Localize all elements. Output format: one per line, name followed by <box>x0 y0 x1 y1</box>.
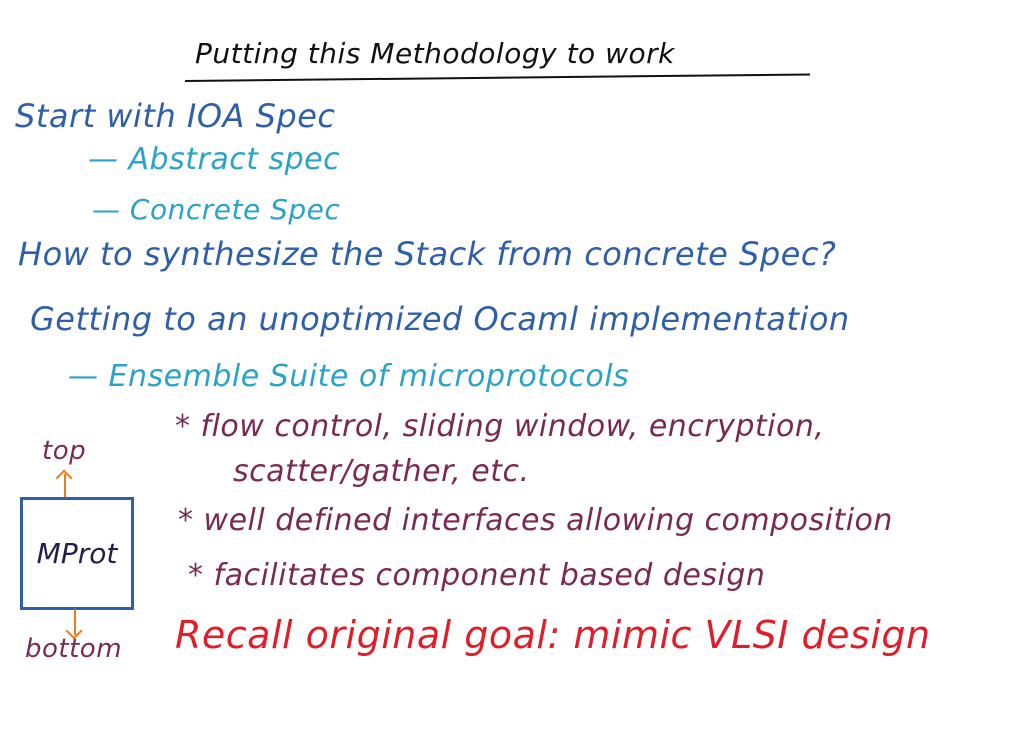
synthesize-question: How to synthesize the Stack from concret… <box>18 235 837 273</box>
bullet-interfaces: * well defined interfaces allowing compo… <box>178 503 893 538</box>
recall-goal-line: Recall original goal: mimic VLSI design <box>175 613 931 657</box>
bottom-label: bottom <box>25 634 123 664</box>
title-underline <box>184 73 810 82</box>
slide-title: Putting this Methodology to work <box>195 37 675 70</box>
top-label: top <box>42 436 87 466</box>
mprot-box: MProt <box>20 497 134 610</box>
start-line: Start with IOA Spec <box>15 97 336 135</box>
down-arrow-icon <box>74 609 76 635</box>
bullet-flow-control-continued: scatter/gather, etc. <box>233 454 530 489</box>
ensemble-line: — Ensemble Suite of microprotocols <box>68 359 630 394</box>
bullet-flow-control: * flow control, sliding window, encrypti… <box>175 409 825 444</box>
ocaml-implementation-line: Getting to an unoptimized Ocaml implemen… <box>30 300 850 338</box>
concrete-spec-line: — Concrete Spec <box>92 193 341 226</box>
abstract-spec-line: — Abstract spec <box>88 142 341 177</box>
bullet-component-design: * facilitates component based design <box>188 558 766 593</box>
up-arrow-icon <box>64 474 66 498</box>
mprot-label: MProt <box>36 537 118 570</box>
